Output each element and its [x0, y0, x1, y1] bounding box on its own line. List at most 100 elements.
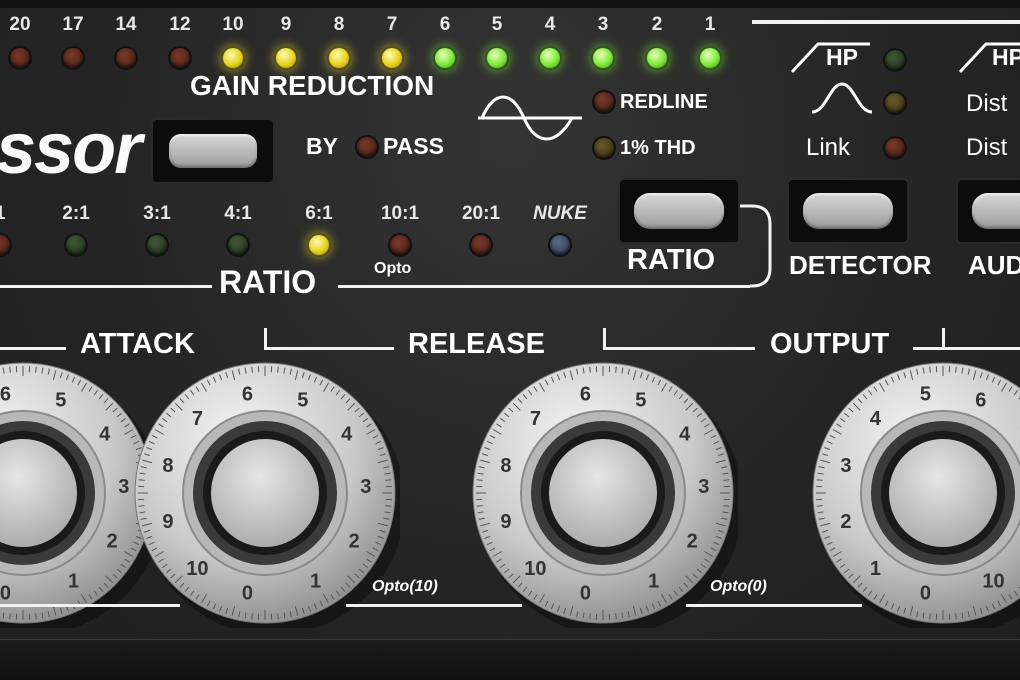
compressor-panel: 20 17 14 12 10 9 8 7 6 5 4 3 2 1 GAIN REDUCTION ssor …: [0, 0, 1020, 680]
detector-button[interactable]: [803, 193, 893, 229]
knob-tick: [615, 613, 617, 620]
ratio-option-led[interactable]: [66, 235, 86, 255]
release-rule-left: [264, 347, 394, 350]
knob-scale-number: 5: [635, 389, 646, 411]
ratio-option-label[interactable]: 20:1: [462, 203, 500, 225]
ratio-title: RATIO: [219, 264, 317, 300]
ratio-option-label[interactable]: 3:1: [143, 203, 170, 225]
knob-scale-number: 2: [107, 530, 118, 552]
knob-tick: [277, 366, 279, 373]
top-rail: [0, 0, 1020, 8]
knob-tick: [9, 613, 11, 620]
knob-scale-number: 7: [530, 408, 541, 430]
knob-tick: [929, 613, 931, 620]
gr-scale-label: 2: [651, 14, 663, 35]
bypass-by-label: BY: [306, 133, 338, 159]
gr-led: [329, 48, 349, 68]
ratio-option-label[interactable]: 4:1: [224, 203, 251, 225]
gr-led: [435, 48, 455, 68]
knob-scale-number: 7: [192, 408, 203, 430]
ratio-option-label[interactable]: 6:1: [305, 203, 332, 225]
knob-scale-number: 1: [310, 570, 321, 592]
knob-tick: [385, 505, 392, 507]
ratio-button-label: RATIO: [627, 244, 716, 276]
gain-reduction-title: GAIN REDUCTION: [190, 70, 435, 101]
knob-scale-number: 9: [162, 511, 173, 533]
audio-hp-label: HP: [992, 44, 1020, 70]
gr-scale-label: 17: [62, 14, 84, 35]
detector-hp-led: [885, 50, 905, 70]
bypass-button[interactable]: [169, 134, 257, 168]
gr-led: [487, 48, 507, 68]
ratio-option-led[interactable]: [309, 235, 329, 255]
knob-tick: [615, 366, 617, 373]
release-knob[interactable]: 1 2 3 4 5 6 7 8 9 10 0: [468, 358, 738, 628]
gr-scale-label: 7: [386, 14, 398, 35]
redline-label: REDLINE: [620, 91, 708, 113]
detector-hp-label: HP: [826, 44, 858, 70]
knob-scale-number: 1: [870, 558, 881, 580]
release-label: RELEASE: [408, 328, 545, 360]
knob-scale-number: 0: [0, 582, 11, 604]
ratio-option-led[interactable]: [147, 235, 167, 255]
detector-button-label: DETECTOR: [789, 250, 932, 280]
knob-scale-number: 4: [679, 424, 691, 446]
audio-button-label: AUD: [968, 250, 1020, 280]
audio-button[interactable]: [972, 193, 1020, 229]
ratio-option-led[interactable]: [0, 235, 10, 255]
ratio-option-label[interactable]: NUKE: [533, 203, 587, 225]
gr-scale-label: 14: [115, 14, 137, 35]
ratio-option-led[interactable]: [390, 235, 410, 255]
knob-scale-number: 0: [242, 582, 253, 604]
attack-knob[interactable]: 1 2 3 4 5 6 7 8 9 10 0: [130, 358, 400, 628]
gr-scale-label: 8: [333, 14, 345, 35]
knob-tick: [277, 613, 279, 620]
ratio-option-led[interactable]: [471, 235, 491, 255]
knob-scale-number: 1: [68, 570, 79, 592]
knob-tick: [723, 479, 730, 481]
knob-tick: [35, 366, 37, 373]
knob-scale-number: 2: [349, 530, 360, 552]
knob-tick: [138, 505, 145, 507]
knob-tick: [929, 366, 931, 373]
ratio-option-led[interactable]: [550, 235, 570, 255]
knob-tick: [251, 366, 253, 373]
thd-label: 1% THD: [620, 137, 696, 159]
knob-tick: [476, 505, 483, 507]
knob-scale-number: 3: [360, 476, 371, 498]
knob-scale-number: 6: [580, 384, 591, 406]
knob-tick: [589, 366, 591, 373]
knob-scale-number: 3: [840, 455, 851, 477]
knob-scale-number: 8: [162, 455, 173, 477]
gr-scale-label: 1: [704, 14, 716, 35]
dist-label-2: Dist: [966, 134, 1008, 161]
gr-scale-label: 5: [491, 14, 503, 35]
release-base-rule: [686, 604, 862, 607]
ratio-option-led[interactable]: [228, 235, 248, 255]
gr-led: [647, 48, 667, 68]
ratio-button[interactable]: [634, 193, 724, 229]
knob-tick: [589, 613, 591, 620]
knob-scale-number: 0: [920, 582, 931, 604]
knob-scale-number: 0: [580, 582, 591, 604]
knob-cap: [549, 439, 657, 547]
attack-base-rule: [346, 604, 522, 607]
ratio-option-label[interactable]: 1: [0, 203, 5, 225]
divider-line: [752, 20, 1020, 24]
knob-tick: [138, 479, 145, 481]
ratio-option-label[interactable]: 10:1: [381, 203, 419, 225]
next-rule: [942, 347, 1020, 350]
redline-led: [594, 92, 614, 112]
output-knob[interactable]: 012345678910: [808, 358, 1020, 628]
gr-led: [63, 48, 83, 68]
opto-sublabel: Opto: [374, 260, 412, 277]
knob-scale-number: 5: [55, 389, 66, 411]
knob-tick: [955, 613, 957, 620]
ratio-bracket-left: [0, 285, 212, 288]
ratio-option-label[interactable]: 2:1: [62, 203, 89, 225]
gr-led: [593, 48, 613, 68]
knob-scale-number: 5: [920, 384, 931, 406]
bypass-led: [357, 137, 377, 157]
knob-scale-number: 4: [341, 424, 353, 446]
gr-scale-label: 20: [9, 14, 31, 35]
